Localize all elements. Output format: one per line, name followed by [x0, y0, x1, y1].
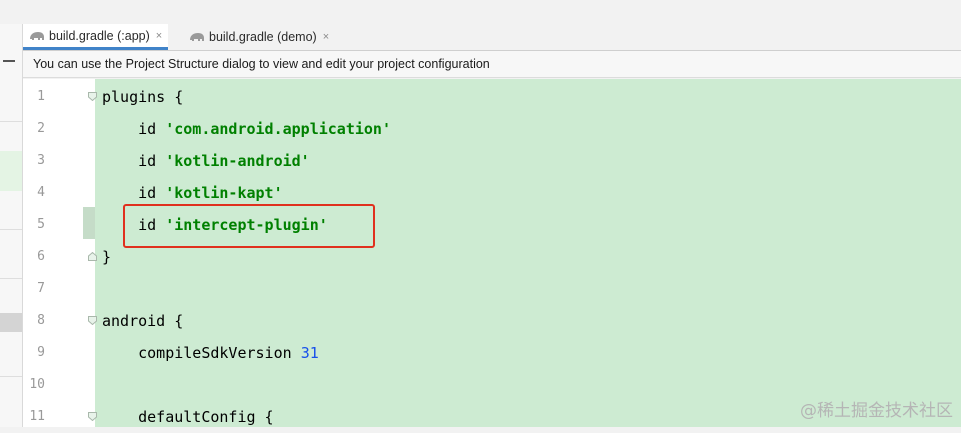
minimize-icon[interactable] — [3, 60, 15, 62]
code-string: 'kotlin-android' — [165, 152, 310, 170]
code-line: 2 id 'com.android.application' — [23, 113, 961, 145]
gradle-elephant-icon — [190, 33, 204, 41]
code-line: 9 compileSdkVersion 31 — [23, 337, 961, 369]
code-keyword: id — [102, 120, 166, 138]
code-line: 3 id 'kotlin-android' — [23, 145, 961, 177]
line-number: 8 — [37, 313, 45, 328]
code-line: 7 — [23, 273, 961, 305]
tab-label: build.gradle (:app) — [49, 28, 150, 43]
side-divider — [0, 229, 22, 230]
code-line: 8 android { — [23, 305, 961, 337]
line-number: 10 — [29, 377, 45, 392]
code-keyword: id — [102, 152, 166, 170]
code-keyword: compileSdkVersion — [102, 344, 301, 362]
highlight-annotation-box — [123, 204, 375, 248]
side-panel-selection — [0, 151, 22, 191]
code-text: } — [102, 248, 112, 266]
line-number: 3 — [37, 153, 45, 168]
line-number: 2 — [37, 121, 45, 136]
code-text: compileSdkVersion 31 — [102, 337, 319, 369]
line-number: 5 — [37, 217, 45, 232]
code-text: defaultConfig { — [102, 408, 274, 426]
fold-icon[interactable] — [88, 412, 97, 421]
code-text: id 'kotlin-android' — [102, 145, 310, 177]
side-divider — [0, 121, 22, 122]
side-divider — [0, 376, 22, 377]
gradle-elephant-icon — [30, 31, 44, 40]
line-number: 11 — [29, 409, 45, 424]
side-panel — [0, 24, 23, 427]
line-number: 9 — [37, 345, 45, 360]
tab-label: build.gradle (demo) — [209, 30, 317, 44]
banner-text: You can use the Project Structure dialog… — [33, 57, 490, 71]
fold-icon[interactable] — [88, 316, 97, 325]
code-text: android { — [102, 312, 184, 330]
close-icon[interactable]: × — [156, 30, 162, 42]
side-panel-highlight — [0, 313, 22, 332]
line-number: 4 — [37, 185, 45, 200]
line-number: 1 — [37, 89, 45, 104]
fold-icon[interactable] — [88, 252, 97, 261]
tab-build-gradle-demo[interactable]: build.gradle (demo) × — [183, 24, 335, 50]
fold-icon[interactable] — [88, 92, 97, 101]
side-divider — [0, 278, 22, 279]
code-string: 'kotlin-kapt' — [165, 184, 283, 202]
tab-build-gradle-app[interactable]: build.gradle (:app) × — [23, 24, 169, 50]
code-line: 1 plugins { — [23, 81, 961, 113]
code-string: 'com.android.application' — [165, 120, 391, 138]
editor-tab-bar: build.gradle (:app) × build.gradle (demo… — [23, 24, 961, 51]
code-number: 31 — [300, 344, 319, 362]
watermark: @稀土掘金技术社区 — [800, 401, 953, 421]
code-keyword: id — [102, 184, 166, 202]
line-number: 7 — [37, 281, 45, 296]
code-text: plugins { — [102, 88, 184, 106]
close-icon[interactable]: × — [323, 31, 329, 43]
project-structure-banner: You can use the Project Structure dialog… — [23, 51, 961, 78]
window-top-strip — [0, 0, 961, 25]
code-editor[interactable]: 1 plugins { 2 id 'com.android.applicatio… — [23, 79, 961, 427]
line-number: 6 — [37, 249, 45, 264]
code-text: id 'com.android.application' — [102, 113, 391, 145]
